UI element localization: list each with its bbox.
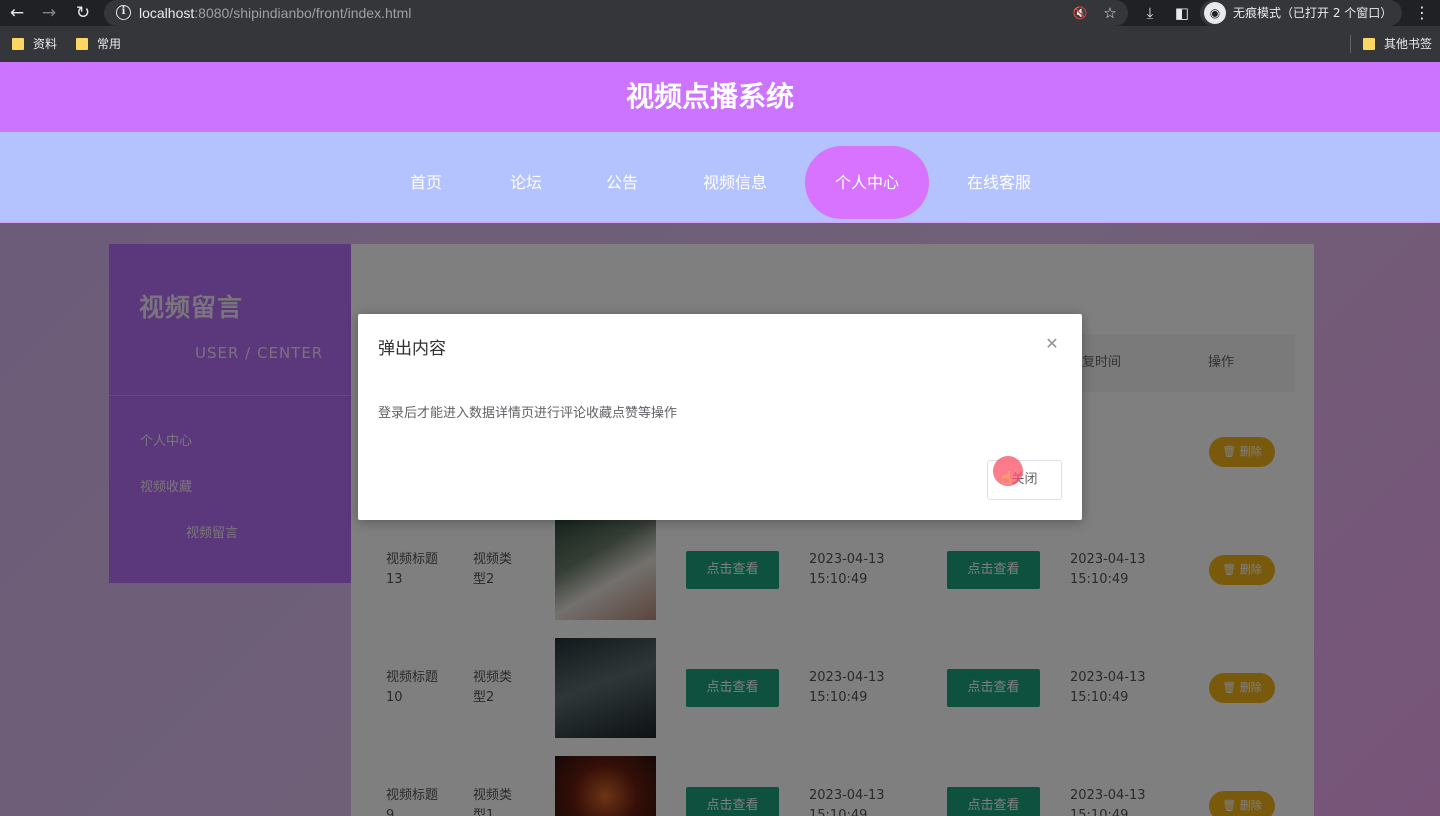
site-header: 视频点播系统 bbox=[0, 62, 1440, 132]
download-icon[interactable]: ⤓ bbox=[1139, 2, 1161, 24]
back-arrow-icon[interactable]: ← bbox=[6, 2, 28, 24]
bookmark-star-icon[interactable]: ☆ bbox=[1100, 3, 1120, 23]
incognito-indicator[interactable]: ◉ 无痕模式（已打开 2 个窗口） bbox=[1200, 0, 1402, 26]
side-panel-icon[interactable]: ◧ bbox=[1171, 2, 1193, 24]
other-bookmarks[interactable]: 其他书签 bbox=[1363, 26, 1432, 62]
main-nav: 首页 论坛 公告 视频信息 个人中心 在线客服 bbox=[0, 132, 1440, 223]
bookmarks-divider bbox=[1350, 35, 1351, 53]
site-page: 视频点播系统 首页 论坛 公告 视频信息 个人中心 在线客服 视频留言 USER… bbox=[0, 62, 1440, 816]
nav-forum[interactable]: 论坛 bbox=[486, 146, 566, 219]
nav-personal-center[interactable]: 个人中心 bbox=[805, 146, 929, 219]
nav-video-info[interactable]: 视频信息 bbox=[684, 146, 786, 219]
site-title: 视频点播系统 bbox=[625, 80, 794, 113]
hand-cursor-icon: ☝ bbox=[1001, 468, 1012, 489]
nav-notice[interactable]: 公告 bbox=[582, 146, 662, 219]
dialog-message: 登录后才能进入数据详情页进行评论收藏点赞等操作 bbox=[378, 406, 678, 421]
browser-menu-icon[interactable]: ⋮ bbox=[1412, 2, 1432, 24]
popup-dialog: 弹出内容 ✕ 登录后才能进入数据详情页进行评论收藏点赞等操作 关闭 bbox=[358, 314, 1082, 520]
reload-icon[interactable]: ↻ bbox=[72, 2, 94, 24]
bookmark-folder-changyong[interactable]: 常用 bbox=[76, 26, 121, 62]
folder-icon bbox=[76, 38, 88, 50]
address-bar[interactable]: i localhost:8080/shipindianbo/front/inde… bbox=[104, 0, 1128, 26]
folder-icon bbox=[12, 38, 24, 50]
nav-home[interactable]: 首页 bbox=[386, 146, 466, 219]
close-icon[interactable]: ✕ bbox=[1044, 336, 1060, 352]
url-text[interactable]: localhost:8080/shipindianbo/front/index.… bbox=[139, 0, 411, 26]
incognito-icon: ◉ bbox=[1204, 2, 1226, 24]
forward-arrow-icon[interactable]: → bbox=[38, 2, 60, 24]
folder-icon bbox=[1363, 38, 1375, 50]
browser-toolbar: ← → ↻ i localhost:8080/shipindianbo/fron… bbox=[0, 0, 1440, 26]
bookmark-folder-ziliao[interactable]: 资料 bbox=[12, 26, 57, 62]
blocked-sound-icon[interactable]: 🔇 bbox=[1070, 3, 1090, 23]
nav-online-service[interactable]: 在线客服 bbox=[948, 146, 1050, 219]
bookmarks-bar: 资料 常用 其他书签 bbox=[0, 26, 1440, 62]
info-icon[interactable]: i bbox=[116, 5, 131, 20]
dialog-title: 弹出内容 bbox=[378, 339, 446, 359]
